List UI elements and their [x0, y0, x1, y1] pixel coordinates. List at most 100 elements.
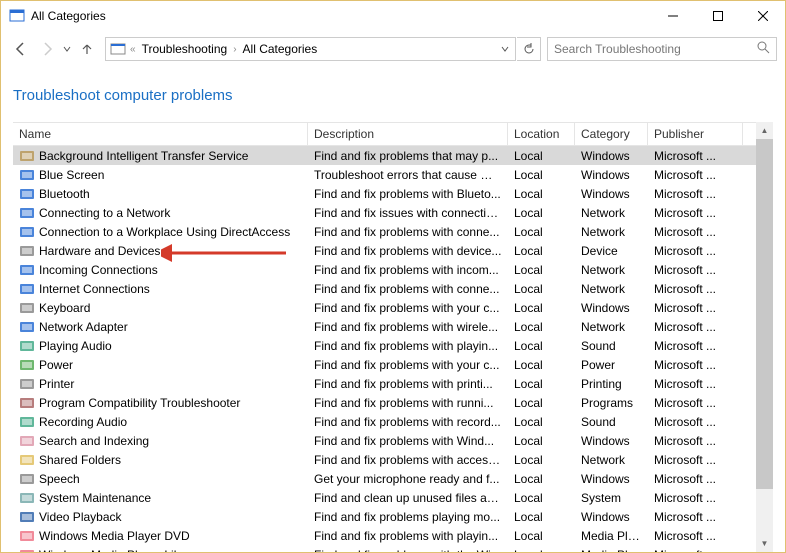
- row-name: Keyboard: [39, 301, 90, 315]
- back-button[interactable]: [9, 37, 33, 61]
- row-pub: Microsoft ...: [648, 225, 743, 239]
- chevron-left-icon: «: [128, 44, 138, 55]
- address-dropdown-icon[interactable]: [501, 42, 511, 56]
- row-desc: Find and fix problems with device...: [308, 244, 508, 258]
- row-pub: Microsoft ...: [648, 168, 743, 182]
- table-row[interactable]: Keyboard Find and fix problems with your …: [13, 298, 756, 317]
- table-row[interactable]: Search and IndexingFind and fix problems…: [13, 431, 756, 450]
- table-row[interactable]: System MaintenanceFind and clean up unus…: [13, 488, 756, 507]
- row-cat: Windows: [575, 510, 648, 524]
- maximize-button[interactable]: [695, 1, 740, 31]
- row-loc: Local: [508, 396, 575, 410]
- row-cat: Network: [575, 206, 648, 220]
- refresh-button[interactable]: [517, 37, 541, 61]
- minimize-button[interactable]: [650, 1, 695, 31]
- row-cat: Network: [575, 282, 648, 296]
- column-location[interactable]: Location: [508, 123, 575, 145]
- row-cat: Network: [575, 453, 648, 467]
- row-desc: Find and fix problems with access...: [308, 453, 508, 467]
- row-desc: Find and fix problems with your c...: [308, 301, 508, 315]
- table-row[interactable]: Background Intelligent Transfer ServiceF…: [13, 146, 756, 165]
- column-name[interactable]: Name: [13, 123, 308, 145]
- row-loc: Local: [508, 149, 575, 163]
- breadcrumb-current[interactable]: All Categories: [241, 42, 320, 56]
- row-name: Bluetooth: [39, 187, 90, 201]
- table-row[interactable]: Blue ScreenTroubleshoot errors that caus…: [13, 165, 756, 184]
- address-bar[interactable]: « Troubleshooting › All Categories: [105, 37, 516, 61]
- column-publisher[interactable]: Publisher: [648, 123, 743, 145]
- table-row[interactable]: Network AdapterFind and fix problems wit…: [13, 317, 756, 336]
- row-pub: Microsoft ...: [648, 149, 743, 163]
- sys-icon: [19, 490, 35, 506]
- table-row[interactable]: PrinterFind and fix problems with printi…: [13, 374, 756, 393]
- row-desc: Find and fix problems with the Wi: [308, 548, 508, 553]
- vid-icon: [19, 509, 35, 525]
- table-row[interactable]: Internet ConnectionsFind and fix problem…: [13, 279, 756, 298]
- row-name: Network Adapter: [39, 320, 128, 334]
- row-loc: Local: [508, 491, 575, 505]
- table-row[interactable]: Bluetooth Find and fix problems with Blue…: [13, 184, 756, 203]
- table-row[interactable]: Connection to a Workplace Using DirectAc…: [13, 222, 756, 241]
- row-loc: Local: [508, 358, 575, 372]
- row-pub: Microsoft ...: [648, 339, 743, 353]
- close-button[interactable]: [740, 1, 785, 31]
- scroll-track[interactable]: [756, 139, 773, 535]
- row-cat: System: [575, 491, 648, 505]
- table-row[interactable]: Windows Media Player DVDFind and fix pro…: [13, 526, 756, 545]
- row-name: Video Playback: [39, 510, 122, 524]
- row-pub: Microsoft ...: [648, 377, 743, 391]
- row-cat: Windows: [575, 434, 648, 448]
- up-button[interactable]: [75, 37, 99, 61]
- chevron-right-icon: ›: [231, 44, 238, 55]
- net-icon: [19, 319, 35, 335]
- recent-locations-button[interactable]: [61, 45, 73, 53]
- column-description[interactable]: Description: [308, 123, 508, 145]
- row-loc: Local: [508, 301, 575, 315]
- search-input[interactable]: Search Troubleshooting: [547, 37, 777, 61]
- hw-icon: [19, 243, 35, 259]
- row-cat: Power: [575, 358, 648, 372]
- prn-icon: [19, 376, 35, 392]
- table-row[interactable]: Connecting to a NetworkFind and fix issu…: [13, 203, 756, 222]
- table-row[interactable]: Video PlaybackFind and fix problems play…: [13, 507, 756, 526]
- row-cat: Device: [575, 244, 648, 258]
- scroll-thumb[interactable]: [756, 139, 773, 489]
- scrollbar[interactable]: ▲ ▼: [756, 122, 773, 552]
- row-cat: Network: [575, 320, 648, 334]
- table-row[interactable]: Program Compatibility TroubleshooterFind…: [13, 393, 756, 412]
- row-name: Windows Media Player Library: [39, 548, 201, 553]
- row-loc: Local: [508, 339, 575, 353]
- row-desc: Find and fix issues with connectin...: [308, 206, 508, 220]
- table-row[interactable]: Incoming ConnectionsFind and fix problem…: [13, 260, 756, 279]
- breadcrumb-root[interactable]: Troubleshooting: [140, 42, 230, 56]
- column-category[interactable]: Category: [575, 123, 648, 145]
- table-row[interactable]: Shared FoldersFind and fix problems with…: [13, 450, 756, 469]
- row-name: Connection to a Workplace Using DirectAc…: [39, 225, 290, 239]
- table-row[interactable]: Recording AudioFind and fix problems wit…: [13, 412, 756, 431]
- table-row[interactable]: SpeechGet your microphone ready and f...…: [13, 469, 756, 488]
- row-name: Power: [39, 358, 73, 372]
- row-desc: Find and clean up unused files an...: [308, 491, 508, 505]
- srch-icon: [19, 433, 35, 449]
- row-pub: Microsoft ...: [648, 358, 743, 372]
- row-cat: Windows: [575, 301, 648, 315]
- scroll-up-button[interactable]: ▲: [756, 122, 773, 139]
- table-row[interactable]: Hardware and DevicesFind and fix problem…: [13, 241, 756, 260]
- row-desc: Find and fix problems with Blueto...: [308, 187, 508, 201]
- row-desc: Find and fix problems with runni...: [308, 396, 508, 410]
- scroll-down-button[interactable]: ▼: [756, 535, 773, 552]
- prog-icon: [19, 395, 35, 411]
- row-pub: Microsoft ...: [648, 187, 743, 201]
- row-name: Background Intelligent Transfer Service: [39, 149, 248, 163]
- row-cat: Media Pla...: [575, 529, 648, 543]
- net-icon: [19, 262, 35, 278]
- row-desc: Find and fix problems with conne...: [308, 282, 508, 296]
- row-loc: Local: [508, 282, 575, 296]
- table-row[interactable]: PowerFind and fix problems with your c..…: [13, 355, 756, 374]
- table-row[interactable]: Windows Media Player Library Find and fix…: [13, 545, 756, 552]
- forward-button[interactable]: [35, 37, 59, 61]
- snd-icon: [19, 414, 35, 430]
- table-row[interactable]: Playing AudioFind and fix problems with …: [13, 336, 756, 355]
- row-desc: Find and fix problems with playin...: [308, 339, 508, 353]
- row-pub: Microsoft ...: [648, 301, 743, 315]
